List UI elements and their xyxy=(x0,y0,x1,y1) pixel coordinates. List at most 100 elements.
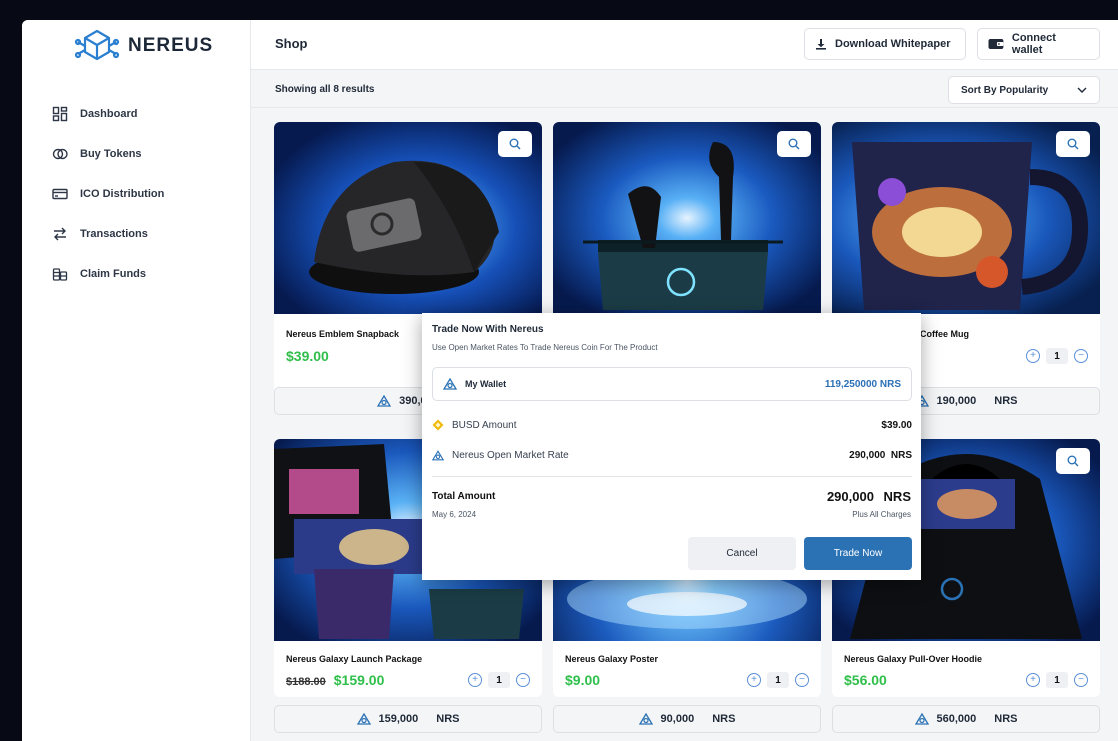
nrs-unit: NRS xyxy=(436,713,460,725)
nrs-amount: 159,000 xyxy=(378,713,419,725)
trade-now-button[interactable]: Trade Now xyxy=(804,537,912,570)
wallet-balance-box: My Wallet 119,250000 NRS xyxy=(432,367,912,401)
nrs-amount: 90,000 xyxy=(660,713,695,725)
nrs-amount: 560,000 xyxy=(936,713,977,725)
nrs-price-pill: 159,000 NRS xyxy=(274,705,542,733)
sidebar-item-dashboard[interactable]: Dashboard xyxy=(52,94,164,134)
nrs-token-icon xyxy=(356,713,371,725)
busd-value: $39.00 xyxy=(881,419,912,431)
sidebar-item-label: Claim Funds xyxy=(80,268,147,280)
product-price: $9.00 xyxy=(565,672,601,688)
divider xyxy=(432,476,912,477)
total-note: Plus All Charges xyxy=(852,510,911,519)
wallet-label: My Wallet xyxy=(465,379,507,389)
product-image xyxy=(553,122,821,314)
nrs-amount: 190,000 xyxy=(936,395,977,407)
nrs-token-icon xyxy=(432,450,444,461)
product-price-group: $188.00 $159.00 xyxy=(286,672,384,688)
decrease-button[interactable]: − xyxy=(1074,349,1088,363)
device-frame: NEREUS Dashboard Buy Tokens ICO Distribu… xyxy=(0,0,1118,741)
connect-wallet-label: Connect wallet xyxy=(1011,32,1056,56)
product-info: Nereus Galaxy Launch Package $188.00 $159… xyxy=(274,641,542,697)
sidebar-item-label: Transactions xyxy=(80,228,148,240)
market-rate-row: Nereus Open Market Rate 290,000 NRS xyxy=(432,450,912,461)
zoom-button[interactable] xyxy=(1056,448,1090,474)
nrs-token-icon xyxy=(377,395,392,407)
busd-amount-row: BUSD Amount $39.00 xyxy=(432,419,912,431)
wallet-icon xyxy=(988,39,1004,49)
cancel-button[interactable]: Cancel xyxy=(688,537,796,570)
quantity-value: 1 xyxy=(767,672,789,688)
product-price: $56.00 xyxy=(844,672,887,688)
download-icon xyxy=(816,39,826,50)
quantity-stepper[interactable]: + 1 − xyxy=(747,672,809,688)
product-image xyxy=(274,122,542,314)
product-price: $39.00 xyxy=(286,348,329,364)
sidebar-item-ico-distribution[interactable]: ICO Distribution xyxy=(52,174,164,214)
rate-value: 290,000 NRS xyxy=(849,450,912,461)
nereus-logo-icon xyxy=(74,29,120,61)
zoom-button[interactable] xyxy=(1056,131,1090,157)
quantity-stepper[interactable]: + 1 − xyxy=(1026,672,1088,688)
sort-dropdown[interactable]: Sort By Popularity xyxy=(948,76,1100,104)
busd-label: BUSD Amount xyxy=(452,419,517,431)
busd-icon xyxy=(432,419,444,431)
product-price: $159.00 xyxy=(333,672,385,688)
product-image xyxy=(832,122,1100,314)
nrs-price-pill: 560,000 NRS xyxy=(832,705,1100,733)
zoom-icon xyxy=(788,138,800,150)
product-name: Nereus Galaxy Launch Package xyxy=(286,654,423,664)
sidebar-item-label: ICO Distribution xyxy=(80,188,165,200)
zoom-icon xyxy=(1067,138,1079,150)
zoom-icon xyxy=(1067,455,1079,467)
quantity-value: 1 xyxy=(1046,672,1068,688)
increase-button[interactable]: + xyxy=(1026,349,1040,363)
product-info: Nereus Galaxy Pull-Over Hoodie $56.00 + … xyxy=(832,641,1100,697)
connect-wallet-button[interactable]: Connect wallet xyxy=(977,28,1100,60)
nrs-unit: NRS xyxy=(994,713,1018,725)
decrease-button[interactable]: − xyxy=(795,673,809,687)
nrs-token-icon xyxy=(443,378,457,390)
sidebar-nav: Dashboard Buy Tokens ICO Distribution Tr… xyxy=(52,94,164,294)
nrs-unit: NRS xyxy=(712,713,736,725)
nrs-token-icon xyxy=(914,713,929,725)
modal-title: Trade Now With Nereus xyxy=(432,324,544,335)
results-bar: Showing all 8 results Sort By Popularity xyxy=(251,70,1118,108)
arrows-icon xyxy=(54,227,66,241)
quantity-stepper[interactable]: + 1 − xyxy=(1026,348,1088,364)
increase-button[interactable]: + xyxy=(468,673,482,687)
brand-logo[interactable]: NEREUS xyxy=(74,28,213,64)
total-value: 290,000 NRS xyxy=(826,489,911,504)
product-info: Nereus Galaxy Poster $9.00 + 1 − xyxy=(553,641,821,697)
sidebar-item-label: Dashboard xyxy=(80,108,138,120)
sidebar-item-buy-tokens[interactable]: Buy Tokens xyxy=(52,134,164,174)
decrease-button[interactable]: − xyxy=(1074,673,1088,687)
sidebar-item-label: Buy Tokens xyxy=(80,148,142,160)
total-date: May 6, 2024 xyxy=(432,510,477,519)
download-whitepaper-button[interactable]: Download Whitepaper xyxy=(804,28,966,60)
quantity-stepper[interactable]: + 1 − xyxy=(468,672,530,688)
download-whitepaper-label: Download Whitepaper xyxy=(835,38,951,50)
zoom-button[interactable] xyxy=(498,131,532,157)
product-name: Coffee Mug xyxy=(920,329,969,339)
sidebar-item-transactions[interactable]: Transactions xyxy=(52,214,164,254)
rate-label: Nereus Open Market Rate xyxy=(452,450,569,461)
increase-button[interactable]: + xyxy=(747,673,761,687)
zoom-icon xyxy=(509,138,521,150)
coins-icon xyxy=(52,268,68,281)
nrs-price-pill: 90,000 NRS xyxy=(553,705,821,733)
quantity-value: 1 xyxy=(1046,348,1068,364)
dashboard-icon xyxy=(52,106,68,122)
product-name: Nereus Emblem Snapback xyxy=(286,329,400,339)
sidebar-item-claim-funds[interactable]: Claim Funds xyxy=(52,254,164,294)
zoom-button[interactable] xyxy=(777,131,811,157)
chevron-down-icon xyxy=(1077,87,1087,93)
increase-button[interactable]: + xyxy=(1026,673,1040,687)
sidebar: NEREUS Dashboard Buy Tokens ICO Distribu… xyxy=(22,20,251,741)
product-old-price: $188.00 xyxy=(286,676,326,688)
nrs-token-icon xyxy=(638,713,653,725)
page-title: Shop xyxy=(275,36,308,51)
brand-name: NEREUS xyxy=(128,35,214,56)
product-name: Nereus Galaxy Poster xyxy=(565,654,659,664)
decrease-button[interactable]: − xyxy=(516,673,530,687)
